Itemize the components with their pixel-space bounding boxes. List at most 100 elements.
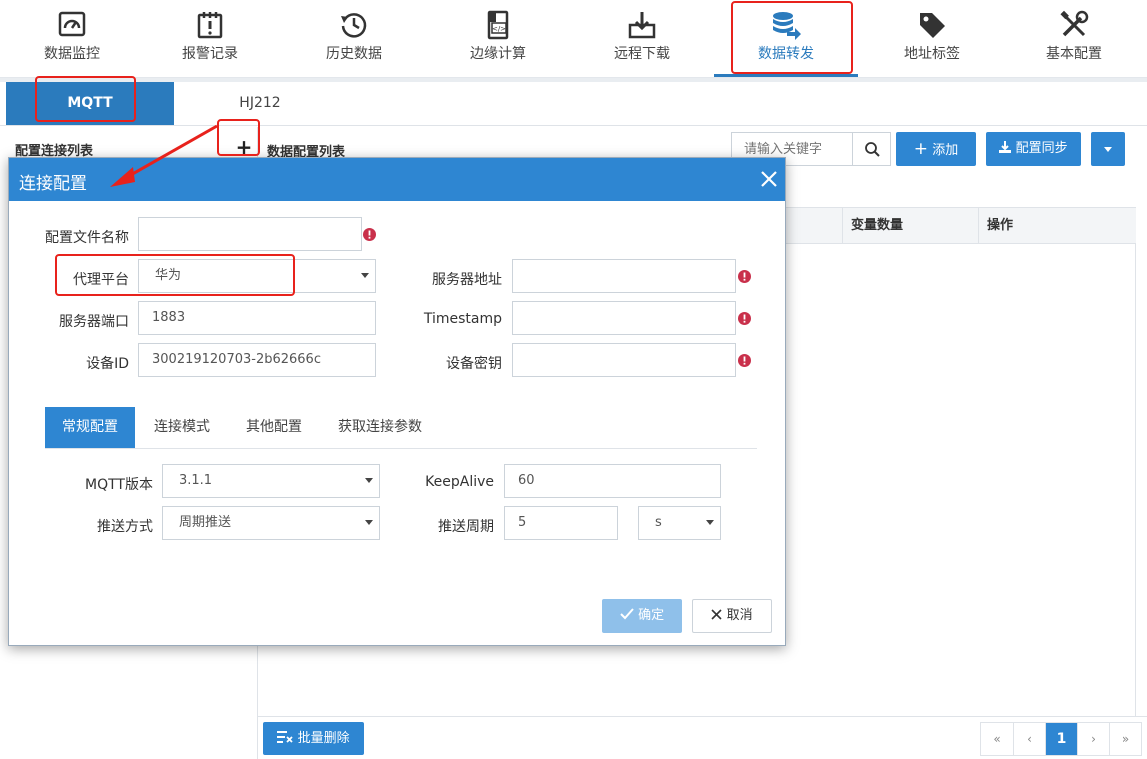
- nav-item-history-data[interactable]: 历史数据: [282, 0, 426, 76]
- cancel-button[interactable]: 取消: [692, 599, 772, 633]
- check-icon: [620, 608, 634, 620]
- page-prev-button[interactable]: ‹: [1013, 723, 1045, 755]
- keepalive-input[interactable]: 60: [504, 464, 721, 498]
- platform-value: 华为: [155, 268, 182, 283]
- server-address-label: 服务器地址: [432, 272, 502, 288]
- pagination: « ‹ 1 › »: [980, 722, 1142, 756]
- search-icon: [865, 142, 880, 157]
- code-device-icon: </>: [487, 10, 509, 40]
- nav-item-address-tags[interactable]: 地址标签: [860, 0, 1004, 76]
- dialog-title: 连接配置: [19, 174, 87, 194]
- push-period-input[interactable]: 5: [504, 506, 618, 540]
- add-button-label: 添加: [932, 143, 959, 158]
- tab-connection-mode[interactable]: 连接模式: [141, 407, 223, 448]
- required-icon: [363, 228, 376, 241]
- timestamp-label: Timestamp: [423, 311, 502, 327]
- nav-label: 数据监控: [44, 46, 100, 62]
- config-sync-button[interactable]: 配置同步: [986, 132, 1081, 166]
- tab-general-config[interactable]: 常规配置: [45, 407, 135, 448]
- tab-get-connection-params[interactable]: 获取连接参数: [325, 407, 435, 448]
- page-next-button[interactable]: ›: [1077, 723, 1109, 755]
- tab-hj212[interactable]: HJ212: [174, 82, 346, 125]
- confirm-button[interactable]: 确定: [602, 599, 682, 633]
- required-icon: [738, 312, 751, 325]
- confirm-label: 确定: [638, 608, 665, 623]
- nav-item-remote-download[interactable]: 远程下载: [570, 0, 714, 76]
- tab-mqtt[interactable]: MQTT: [6, 82, 174, 125]
- config-name-input[interactable]: [138, 217, 362, 251]
- timestamp-input[interactable]: [512, 301, 736, 335]
- nav-item-data-forward[interactable]: 数据转发: [714, 0, 858, 77]
- caret-down-icon: [365, 478, 373, 483]
- required-icon: [738, 354, 751, 367]
- add-button[interactable]: + 添加: [896, 132, 976, 166]
- push-period-label: 推送周期: [438, 519, 494, 535]
- caret-down-icon: [1104, 147, 1112, 152]
- page-current-button[interactable]: 1: [1045, 723, 1077, 755]
- svg-text:</>: </>: [492, 25, 506, 33]
- push-period-unit-value: s: [655, 515, 662, 530]
- nav-item-alarm-records[interactable]: 报警记录: [138, 0, 282, 76]
- tab-other-config[interactable]: 其他配置: [233, 407, 315, 448]
- push-mode-value: 周期推送: [179, 515, 232, 530]
- caret-down-icon: [361, 273, 369, 278]
- page-last-button[interactable]: »: [1109, 723, 1141, 755]
- nav-label: 地址标签: [904, 46, 960, 62]
- connection-config-dialog: 连接配置 配置文件名称 代理平台 华为 服务器地址 服务器端口 1883 Tim…: [8, 157, 786, 646]
- nav-label: 基本配置: [1046, 46, 1102, 62]
- add-connection-button[interactable]: +: [234, 135, 254, 159]
- batch-delete-label: 批量删除: [297, 731, 350, 746]
- search-button[interactable]: [852, 133, 890, 165]
- server-port-input[interactable]: 1883: [138, 301, 376, 335]
- tools-icon: [1060, 10, 1089, 37]
- config-tabs: 常规配置 连接模式 其他配置 获取连接参数: [45, 407, 757, 449]
- device-id-label: 设备ID: [86, 356, 129, 372]
- caret-down-icon: [365, 520, 373, 525]
- nav-label: 远程下载: [614, 46, 670, 62]
- nav-label: 数据转发: [758, 46, 814, 62]
- close-icon: [711, 609, 722, 620]
- server-port-label: 服务器端口: [59, 314, 129, 330]
- config-name-label: 配置文件名称: [45, 230, 129, 246]
- server-address-input[interactable]: [512, 259, 736, 293]
- list-delete-icon: [277, 731, 294, 743]
- column-variable-count: 变量数量: [842, 208, 978, 243]
- nav-item-edge-computing[interactable]: </> 边缘计算: [426, 0, 570, 76]
- top-nav: 数据监控 报警记录 历史数据 </> 边缘计算 远程下载 数据转发 地址标签 基…: [0, 0, 1147, 78]
- history-clock-icon: [341, 13, 367, 38]
- mqtt-version-select[interactable]: 3.1.1: [162, 464, 380, 498]
- cancel-label: 取消: [726, 608, 753, 623]
- tag-icon: [920, 13, 945, 38]
- push-period-unit-select[interactable]: s: [638, 506, 721, 540]
- push-mode-label: 推送方式: [97, 519, 153, 535]
- platform-label: 代理平台: [73, 272, 129, 288]
- config-sync-label: 配置同步: [1015, 141, 1068, 156]
- nav-label: 历史数据: [326, 46, 382, 62]
- gauge-icon: [58, 11, 86, 37]
- nav-label: 报警记录: [182, 46, 238, 62]
- push-mode-select[interactable]: 周期推送: [162, 506, 380, 540]
- required-icon: [738, 270, 751, 283]
- nav-item-data-monitor[interactable]: 数据监控: [0, 0, 144, 76]
- device-secret-label: 设备密钥: [446, 356, 502, 372]
- device-secret-input[interactable]: [512, 343, 736, 377]
- caret-down-icon: [706, 520, 714, 525]
- batch-delete-button[interactable]: 批量删除: [263, 722, 364, 755]
- more-dropdown-button[interactable]: [1091, 132, 1125, 166]
- download-icon: [628, 12, 656, 39]
- nav-label: 边缘计算: [470, 46, 526, 62]
- nav-item-basic-config[interactable]: 基本配置: [1002, 0, 1146, 76]
- keepalive-label: KeepAlive: [425, 474, 494, 490]
- annotation-arrow: [110, 124, 218, 187]
- table-footer: 批量删除 « ‹ 1 › »: [258, 716, 1147, 759]
- mqtt-version-value: 3.1.1: [179, 473, 213, 488]
- plus-icon: +: [913, 139, 929, 159]
- mqtt-version-label: MQTT版本: [85, 477, 153, 493]
- page-first-button[interactable]: «: [981, 723, 1013, 755]
- device-id-input[interactable]: 300219120703-2b62666c: [138, 343, 376, 377]
- download-icon: [999, 141, 1012, 153]
- column-actions: 操作: [978, 208, 1136, 243]
- database-forward-icon: [773, 12, 801, 40]
- platform-select[interactable]: 华为: [138, 259, 376, 293]
- close-icon[interactable]: [757, 167, 781, 191]
